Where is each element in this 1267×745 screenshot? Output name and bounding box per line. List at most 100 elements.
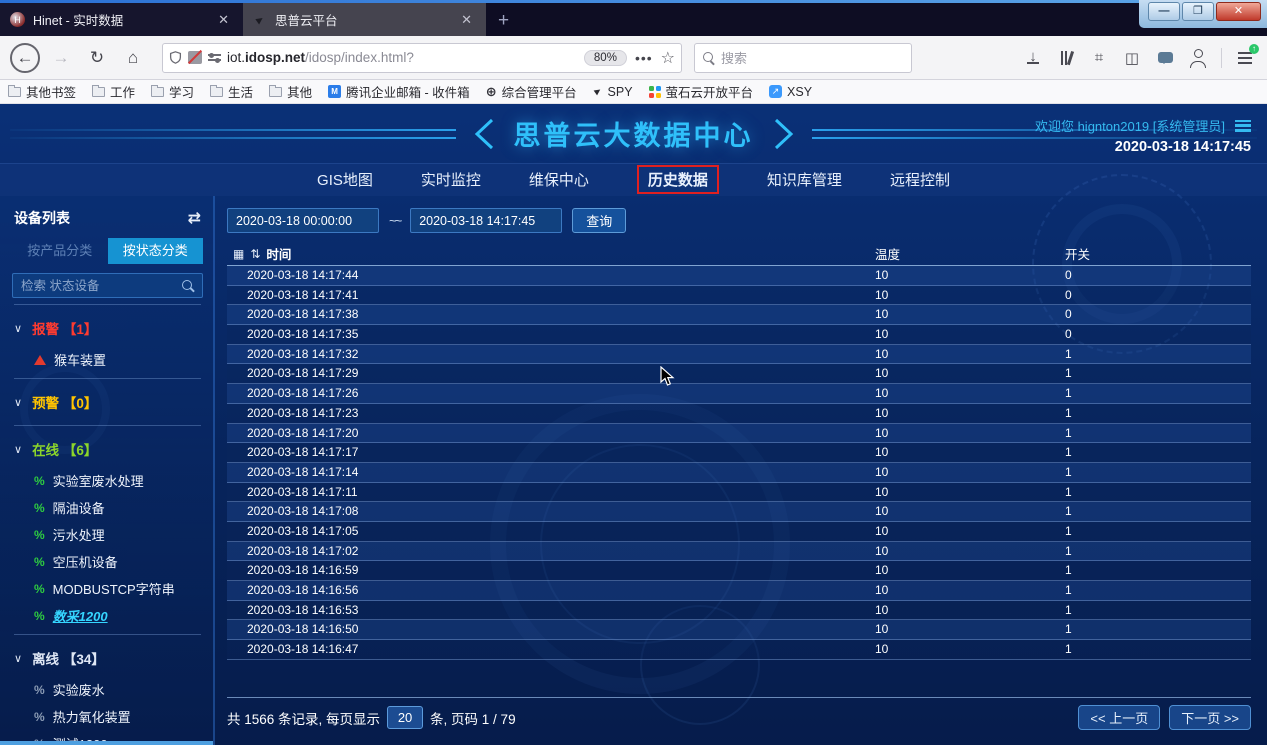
link-off-icon: % [34, 683, 45, 697]
tree-group-offline[interactable]: ∨离线 【34】 [12, 640, 203, 676]
bookmark-item[interactable]: ↗XSY [769, 85, 812, 99]
table-row[interactable]: 2020-03-18 14:17:41100 [227, 286, 1251, 306]
table-row[interactable]: 2020-03-18 14:17:26101 [227, 384, 1251, 404]
nav-tab-remote[interactable]: 远程控制 [890, 169, 950, 190]
table-row[interactable]: 2020-03-18 14:17:17101 [227, 443, 1251, 463]
table-row[interactable]: 2020-03-18 14:17:02101 [227, 542, 1251, 562]
nav-tab-knowledge[interactable]: 知识库管理 [767, 169, 842, 190]
back-button[interactable]: ← [10, 43, 40, 73]
table-row[interactable]: 2020-03-18 14:17:38100 [227, 305, 1251, 325]
table-row[interactable]: 2020-03-18 14:17:08101 [227, 502, 1251, 522]
screenshot-icon[interactable]: ⌗ [1089, 48, 1109, 68]
search-bar[interactable]: 搜索 [694, 43, 912, 73]
device-item[interactable]: %MODBUSTCP字符串 [12, 575, 203, 602]
device-item[interactable]: %实验室废水处理 [12, 467, 203, 494]
table-row[interactable]: 2020-03-18 14:16:53101 [227, 601, 1251, 621]
tree-group-online[interactable]: ∨在线 【6】 [12, 431, 203, 467]
prev-page-button[interactable]: << 上一页 [1078, 705, 1160, 730]
column-header-switch[interactable]: 开关 [1065, 244, 1251, 263]
sort-icon[interactable]: ⇅ [250, 247, 260, 261]
bookmark-item[interactable]: 其他 [269, 82, 312, 101]
bookmark-item[interactable]: 工作 [92, 82, 135, 101]
columns-grid-icon[interactable]: ▦ [233, 247, 244, 261]
table-row[interactable]: 2020-03-18 14:17:44100 [227, 266, 1251, 286]
page-size-input[interactable] [387, 706, 423, 729]
device-item[interactable]: %热力氧化装置 [12, 703, 203, 730]
tree-group-warn[interactable]: ∨预警 【0】 [12, 384, 203, 420]
permissions-icon[interactable] [208, 51, 221, 64]
forward-button[interactable]: → [46, 43, 76, 73]
next-page-button[interactable]: 下一页 >> [1169, 705, 1251, 730]
account-icon[interactable] [1188, 48, 1208, 68]
table-row[interactable]: 2020-03-18 14:17:11101 [227, 483, 1251, 503]
device-item[interactable]: %实验废水 [12, 676, 203, 703]
close-window-button[interactable]: ✕ [1216, 2, 1261, 21]
close-icon[interactable]: ✕ [457, 12, 476, 28]
table-row[interactable]: 2020-03-18 14:16:59101 [227, 561, 1251, 581]
bookmark-item[interactable]: 生活 [210, 82, 253, 101]
device-item[interactable]: %污水处理 [12, 521, 203, 548]
table-cell: 10 [875, 522, 1065, 541]
device-item[interactable]: 猴车装置 [12, 346, 203, 373]
bookmark-label: 生活 [228, 82, 253, 101]
device-item[interactable]: %数采1200 [12, 602, 203, 629]
minimize-button[interactable]: — [1148, 2, 1180, 21]
url-text[interactable]: iot.idosp.net/idosp/index.html? [227, 50, 578, 65]
table-row[interactable]: 2020-03-18 14:17:20101 [227, 424, 1251, 444]
table-row[interactable]: 2020-03-18 14:17:05101 [227, 522, 1251, 542]
tab-by-product[interactable]: 按产品分类 [12, 238, 108, 264]
restore-button[interactable]: ❐ [1182, 2, 1214, 21]
bookmark-item[interactable]: 学习 [151, 82, 194, 101]
device-search-input[interactable] [21, 279, 182, 293]
bookmark-item[interactable]: ⊕综合管理平台 [486, 82, 577, 101]
bookmark-item[interactable]: ►SPY [593, 85, 633, 99]
start-datetime-input[interactable] [227, 208, 379, 233]
bookmark-label: SPY [608, 85, 633, 99]
zoom-level-badge[interactable]: 80% [584, 50, 627, 66]
table-row[interactable]: 2020-03-18 14:16:50101 [227, 620, 1251, 640]
table-row[interactable]: 2020-03-18 14:17:29101 [227, 364, 1251, 384]
sidebar-toggle-icon[interactable]: ◫ [1122, 48, 1142, 68]
column-header-time[interactable]: 时间 [266, 244, 291, 263]
device-search-box[interactable] [12, 273, 203, 298]
reload-button[interactable]: ↻ [82, 43, 112, 73]
bookmark-star-icon[interactable]: ☆ [661, 48, 675, 68]
table-row[interactable]: 2020-03-18 14:17:32101 [227, 345, 1251, 365]
table-row[interactable]: 2020-03-18 14:17:23101 [227, 404, 1251, 424]
device-item[interactable]: %空压机设备 [12, 548, 203, 575]
nav-tab-gis[interactable]: GIS地图 [317, 169, 373, 190]
query-button[interactable]: 查询 [572, 208, 626, 233]
search-icon[interactable] [182, 280, 194, 292]
tab-by-status[interactable]: 按状态分类 [108, 238, 204, 264]
nav-tab-history[interactable]: 历史数据 [637, 165, 719, 194]
library-icon[interactable] [1056, 48, 1076, 68]
bookmark-item[interactable]: 其他书签 [8, 82, 76, 101]
tracking-shield-icon[interactable] [169, 50, 182, 65]
nav-tab-maintenance[interactable]: 维保中心 [529, 169, 589, 190]
table-row[interactable]: 2020-03-18 14:16:47101 [227, 640, 1251, 660]
messages-icon[interactable] [1155, 48, 1175, 68]
device-item[interactable]: %隔油设备 [12, 494, 203, 521]
downloads-icon[interactable]: ↓ [1023, 48, 1043, 68]
end-datetime-input[interactable] [410, 208, 562, 233]
list-menu-icon[interactable] [1235, 120, 1251, 132]
page-actions-icon[interactable]: ••• [633, 50, 655, 66]
column-header-temperature[interactable]: 温度 [875, 244, 1065, 263]
browser-tab-hinet[interactable]: H Hinet - 实时数据 ✕ [0, 3, 243, 36]
close-icon[interactable]: ✕ [214, 12, 233, 28]
table-row[interactable]: 2020-03-18 14:17:14101 [227, 463, 1251, 483]
bookmark-item[interactable]: 萤石云开放平台 [649, 82, 754, 101]
device-item[interactable]: %测试1200 [12, 730, 203, 745]
menu-icon[interactable]: ↑ [1235, 48, 1255, 68]
new-tab-button[interactable]: + [486, 10, 521, 36]
bookmark-item[interactable]: M腾讯企业邮箱 - 收件箱 [328, 82, 470, 101]
tree-group-alarm[interactable]: ∨报警 【1】 [12, 310, 203, 346]
plugin-blocked-icon[interactable] [188, 51, 202, 64]
home-button[interactable]: ⌂ [118, 43, 148, 73]
table-row[interactable]: 2020-03-18 14:16:56101 [227, 581, 1251, 601]
nav-tab-realtime[interactable]: 实时监控 [421, 169, 481, 190]
swap-arrows-icon[interactable]: ⇄ [188, 208, 201, 228]
browser-tab-sipu[interactable]: ► 思普云平台 ✕ [243, 3, 486, 36]
table-row[interactable]: 2020-03-18 14:17:35100 [227, 325, 1251, 345]
address-bar[interactable]: iot.idosp.net/idosp/index.html? 80% ••• … [162, 43, 682, 73]
